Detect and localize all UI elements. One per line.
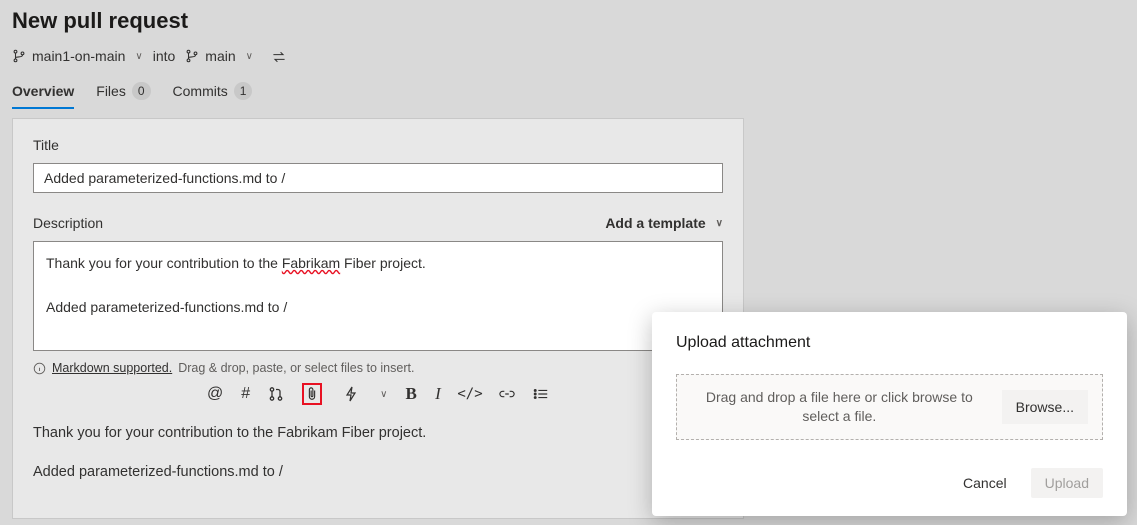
browse-button[interactable]: Browse...	[1002, 390, 1088, 424]
code-button[interactable]: </>	[459, 383, 481, 405]
description-textarea[interactable]: Thank you for your contribution to the F…	[33, 241, 723, 351]
tab-label: Files	[96, 83, 126, 99]
info-icon	[33, 362, 46, 375]
tab-label: Commits	[173, 83, 228, 99]
into-label: into	[153, 48, 176, 64]
target-branch-name: main	[205, 48, 235, 64]
markdown-supported-link[interactable]: Markdown supported.	[52, 361, 172, 375]
cancel-button[interactable]: Cancel	[949, 468, 1021, 498]
source-branch-name: main1-on-main	[32, 48, 125, 64]
tab-label: Overview	[12, 83, 74, 99]
add-template-label: Add a template	[605, 215, 705, 231]
desc-text: Added parameterized-functions.md to /	[46, 299, 287, 315]
list-icon	[533, 387, 549, 401]
tab-overview[interactable]: Overview	[12, 83, 74, 109]
italic-button[interactable]: I	[435, 383, 441, 405]
chevron-down-icon[interactable]: ∨	[380, 389, 387, 400]
files-count-badge: 0	[132, 82, 151, 100]
desc-text-misspell: Fabrikam	[282, 255, 340, 271]
preview-line: Thank you for your contribution to the F…	[33, 423, 723, 443]
desc-text: Fiber project.	[340, 255, 426, 271]
link-icon	[499, 387, 515, 401]
target-branch-selector[interactable]: main ∨	[185, 48, 253, 64]
dropzone-text: Drag and drop a file here or click brows…	[691, 388, 988, 426]
description-label: Description	[33, 215, 103, 231]
pr-form-panel: Title Description Add a template ∨ Thank…	[12, 118, 744, 519]
pull-request-icon	[268, 386, 284, 402]
mention-button[interactable]: @	[207, 383, 223, 405]
pullrequest-button[interactable]	[268, 383, 284, 405]
dialog-title: Upload attachment	[676, 334, 1103, 352]
link-button[interactable]	[499, 383, 515, 405]
hint-text: Drag & drop, paste, or select files to i…	[178, 361, 414, 375]
preview-line: Added parameterized-functions.md to /	[33, 462, 723, 482]
branch-icon	[185, 49, 199, 63]
add-template-button[interactable]: Add a template ∨	[605, 215, 723, 231]
swap-icon	[271, 50, 287, 64]
title-label: Title	[33, 137, 723, 153]
upload-button: Upload	[1031, 468, 1103, 498]
editor-toolbar: @ # ∨ B I </>	[207, 383, 549, 405]
desc-text: Thank you for your contribution to the	[46, 255, 282, 271]
branch-row: main1-on-main ∨ into main ∨	[12, 48, 1125, 64]
reference-button[interactable]: #	[241, 383, 250, 405]
chevron-down-icon: ∨	[135, 51, 142, 62]
swap-branches-button[interactable]	[271, 48, 287, 64]
page-title: New pull request	[12, 8, 1125, 34]
tab-files[interactable]: Files 0	[96, 82, 150, 110]
tab-commits[interactable]: Commits 1	[173, 82, 253, 110]
dropzone[interactable]: Drag and drop a file here or click brows…	[676, 374, 1103, 440]
chevron-down-icon: ∨	[716, 218, 723, 229]
task-button[interactable]	[340, 383, 362, 405]
title-input[interactable]	[33, 163, 723, 193]
lightning-icon	[344, 386, 358, 402]
attach-file-button[interactable]	[302, 383, 322, 405]
chevron-down-icon: ∨	[246, 51, 253, 62]
dialog-actions: Cancel Upload	[676, 468, 1103, 498]
branch-icon	[12, 49, 26, 63]
commits-count-badge: 1	[234, 82, 253, 100]
source-branch-selector[interactable]: main1-on-main ∨	[12, 48, 143, 64]
upload-attachment-dialog: Upload attachment Drag and drop a file h…	[652, 312, 1127, 516]
tabs: Overview Files 0 Commits 1	[12, 82, 1125, 110]
markdown-hint: Markdown supported. Drag & drop, paste, …	[33, 361, 723, 375]
bold-button[interactable]: B	[405, 383, 416, 405]
paperclip-icon	[305, 386, 319, 402]
bulletlist-button[interactable]	[533, 383, 549, 405]
description-preview: Thank you for your contribution to the F…	[33, 423, 723, 482]
